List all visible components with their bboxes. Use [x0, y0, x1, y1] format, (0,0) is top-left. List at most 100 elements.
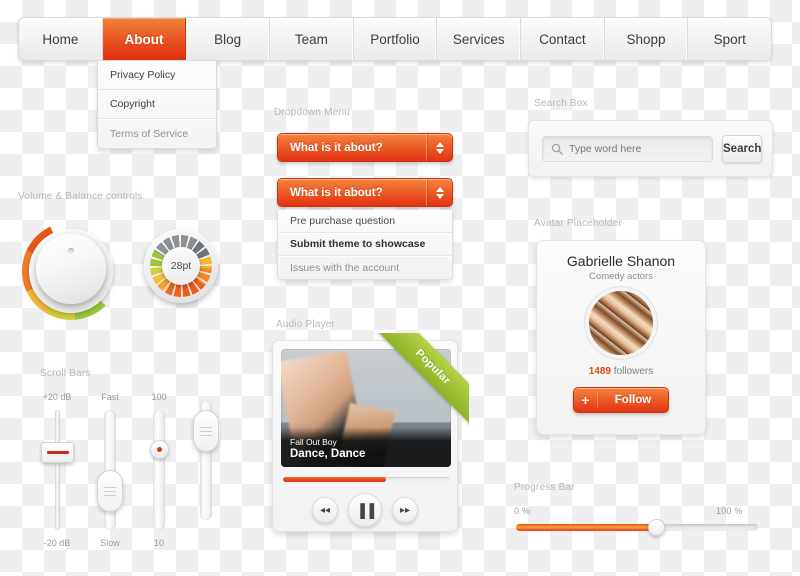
nav-dropdown-item-copyright[interactable]: Copyright	[98, 90, 216, 119]
dropdown-button-label: What is it about?	[290, 141, 383, 154]
search-icon	[551, 143, 563, 155]
profile-role: Comedy actors	[589, 271, 653, 282]
slider-db-top-label: +20 dB	[42, 392, 72, 402]
progress-bar-track[interactable]	[516, 519, 758, 536]
dropdown-option-submit-theme[interactable]: Submit theme to showcase	[278, 233, 452, 256]
slider-db-track[interactable]	[54, 410, 60, 530]
search-button-label: Search	[723, 142, 762, 155]
dropdown-option-label: Pre purchase question	[290, 215, 396, 227]
followers-word: followers	[611, 366, 654, 377]
follow-button[interactable]: + Follow	[573, 387, 669, 413]
track-meta: Fall Out Boy Dance, Dance	[290, 437, 365, 460]
slider-amount-handle-dot	[156, 447, 162, 452]
nav-item-sport[interactable]: Sport	[688, 18, 771, 60]
search-button[interactable]: Search	[722, 134, 763, 163]
nav-item-label: Services	[452, 31, 505, 47]
nav-item-label: Team	[294, 31, 328, 47]
section-label-search-box: Search Box	[534, 98, 588, 109]
nav-item-home[interactable]: Home	[19, 18, 103, 60]
nav-item-label: About	[124, 31, 164, 47]
volume-knob[interactable]	[22, 222, 120, 320]
slider-amount-track[interactable]	[153, 410, 165, 530]
volume-knob-indicator-dot	[68, 248, 74, 254]
progress-bar-handle[interactable]	[647, 519, 665, 536]
caret-down-icon	[435, 193, 444, 199]
dropdown-option-account-issues[interactable]: Issues with the account	[278, 256, 452, 279]
balance-knob-value: 28pt	[162, 247, 200, 285]
dropdown-option-pre-purchase[interactable]: Pre purchase question	[278, 210, 452, 233]
slider-amount-track-wrap[interactable]	[139, 410, 179, 530]
profile-name: Gabrielle Shanon	[566, 253, 676, 269]
section-label-progress-bar: Progress Bar	[514, 482, 575, 493]
grip-line	[200, 426, 212, 428]
nav-item-shopp[interactable]: Shopp	[605, 18, 689, 60]
section-label-volume-balance: Volume & Balance controls	[18, 191, 143, 202]
follow-button-label: Follow	[614, 394, 652, 406]
nav-item-label: Sport	[713, 31, 746, 47]
slider-plain	[186, 392, 226, 528]
nav-item-contact[interactable]: Contact	[521, 18, 605, 60]
audio-progress-fill	[283, 477, 386, 482]
plus-icon: +	[574, 392, 598, 408]
slider-db-track-wrap[interactable]	[37, 410, 77, 530]
nav-item-label: Shopp	[626, 31, 666, 47]
audio-progress-track[interactable]	[283, 477, 449, 482]
nav-item-label: Portfolio	[370, 31, 420, 47]
nav-dropdown-item-privacy-policy[interactable]: Privacy Policy	[98, 61, 216, 90]
audio-player: Fall Out Boy Dance, Dance Popular ◂◂ ▐▐ …	[272, 333, 469, 532]
slider-speed-top-label: Fast	[101, 392, 119, 402]
slider-plain-track-wrap[interactable]	[186, 400, 226, 520]
nav-item-portfolio[interactable]: Portfolio	[354, 18, 438, 60]
slider-speed-track-wrap[interactable]	[90, 410, 130, 530]
previous-button[interactable]: ◂◂	[312, 497, 338, 523]
grip-line	[200, 434, 212, 436]
chevron-updown-icon[interactable]	[426, 179, 452, 206]
slider-speed-bottom-label: Slow	[100, 538, 120, 548]
slider-amount-handle[interactable]	[149, 440, 169, 459]
search-input[interactable]	[569, 142, 704, 155]
nav-item-team[interactable]: Team	[270, 18, 354, 60]
nav-item-services[interactable]: Services	[437, 18, 522, 60]
nav-item-label: Contact	[539, 31, 586, 47]
progress-bar-fill	[516, 524, 657, 531]
pause-button[interactable]: ▐▐	[348, 493, 382, 527]
grip-line	[104, 486, 116, 488]
slider-speed-handle[interactable]	[97, 470, 123, 512]
progress-min-label: 0 %	[514, 506, 531, 516]
volume-knob-cap	[36, 234, 106, 304]
search-field[interactable]	[542, 135, 713, 162]
nav-item-about[interactable]: About	[102, 18, 187, 60]
followers-count-row: 1489 followers	[589, 366, 654, 377]
nav-dropdown-item-terms-of-service[interactable]: Terms of Service	[98, 119, 216, 148]
nav-item-blog[interactable]: Blog	[186, 18, 271, 60]
fast-forward-icon: ▸▸	[399, 504, 411, 516]
chevron-updown-icon[interactable]	[426, 134, 452, 161]
nav-dropdown-item-label: Terms of Service	[110, 127, 189, 140]
next-button[interactable]: ▸▸	[392, 497, 418, 523]
slider-amount: 100 10	[139, 392, 179, 548]
album-art: Fall Out Boy Dance, Dance	[281, 349, 451, 467]
slider-speed: Fast Slow	[90, 392, 130, 548]
nav-dropdown-item-label: Copyright	[110, 98, 155, 110]
pause-icon: ▐▐	[355, 502, 375, 518]
grip-line	[104, 490, 116, 492]
slider-db-handle[interactable]	[41, 442, 74, 463]
slider-plain-handle[interactable]	[193, 410, 219, 452]
balance-knob[interactable]: 28pt	[144, 229, 218, 303]
slider-db: +20 dB -20 dB	[37, 392, 77, 548]
track-title: Dance, Dance	[290, 448, 366, 460]
caret-up-icon	[435, 186, 444, 192]
caret-up-icon	[435, 141, 444, 147]
grip-line	[200, 430, 212, 432]
caret-down-icon	[435, 148, 444, 154]
dropdown-button-collapsed[interactable]: What is it about?	[277, 133, 453, 162]
slider-db-handle-marker	[46, 451, 69, 454]
progress-max-label: 100 %	[716, 506, 743, 516]
section-label-avatar-placeholder: Avatar Placeholder	[534, 218, 622, 229]
dropdown-button-expanded[interactable]: What is it about?	[277, 178, 453, 207]
slider-amount-top-label: 100	[151, 392, 167, 402]
slider-db-bottom-label: -20 dB	[43, 538, 71, 548]
section-label-scroll-bars: Scroll Bars	[40, 368, 91, 379]
grip-line	[104, 494, 116, 496]
nav-dropdown-about: Privacy Policy Copyright Terms of Servic…	[97, 61, 217, 149]
